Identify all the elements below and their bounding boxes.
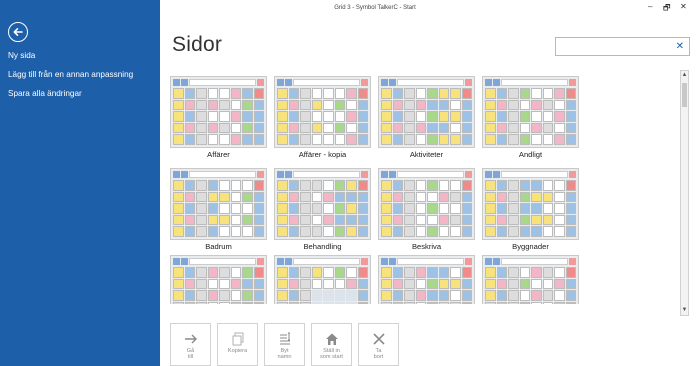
page-tile[interactable]	[378, 255, 475, 304]
page-tile[interactable]	[274, 255, 371, 304]
copy-icon	[232, 332, 243, 346]
pages-grid: Affärer Affärer - kopia Aktiviteter Andligt…	[170, 74, 675, 304]
sidebar: Ny sida Lägg till från en annan anpassni…	[0, 0, 160, 366]
action-bar: Gå till Kopiera Byt namn Ställ in som start…	[170, 323, 399, 366]
set-start-label-2: som start	[319, 354, 343, 361]
page-thumbnail	[274, 76, 371, 148]
page-tile[interactable]: Byggnader	[482, 168, 579, 252]
page-thumbnail	[170, 255, 267, 304]
page-tile-label: Affärer - kopia	[298, 150, 347, 159]
page-tile-label: Badrum	[205, 242, 232, 251]
home-icon	[325, 333, 338, 345]
page-tile[interactable]: Badrum	[170, 168, 267, 252]
page-tile-label: Behandling	[303, 242, 342, 251]
page-thumbnail	[378, 76, 475, 148]
rename-label-2: namn	[277, 354, 292, 361]
page-thumbnail	[482, 255, 579, 304]
goto-button[interactable]: Gå till	[170, 323, 211, 366]
page-thumbnail	[378, 168, 475, 240]
rename-icon	[279, 332, 290, 345]
sidebar-item-save-all[interactable]: Spara alla ändringar	[8, 89, 133, 109]
scroll-down-icon[interactable]: ▼	[681, 306, 688, 315]
page-tile-label: Andligt	[518, 150, 543, 159]
page-tile[interactable]: Beskriva	[378, 168, 475, 252]
sidebar-menu: Ny sida Lägg till från en annan anpassni…	[8, 51, 133, 109]
page-tile-label: Byggnader	[512, 242, 549, 251]
page-tile[interactable]: Affärer - kopia	[274, 76, 371, 160]
page-thumbnail	[482, 168, 579, 240]
page-tile-label: Aktiviteter	[409, 150, 444, 159]
page-tile[interactable]: Andligt	[482, 76, 579, 160]
page-thumbnail	[274, 168, 371, 240]
page-thumbnail	[170, 76, 267, 148]
sidebar-item-add-from-other[interactable]: Lägg till från en annan anpassning	[8, 70, 133, 90]
copy-button[interactable]: Kopiera	[217, 323, 258, 366]
page-tile-label: Beskriva	[411, 242, 442, 251]
restore-button[interactable]: 🗗	[663, 2, 671, 16]
arrow-right-icon	[184, 334, 197, 344]
copy-label-1: Kopiera	[227, 348, 248, 354]
scroll-up-icon[interactable]: ▲	[681, 71, 688, 80]
arrow-left-circle-icon	[13, 28, 23, 36]
window-title: Grid 3 - Symbol TalkerC - Start	[334, 5, 416, 11]
search-input[interactable]: ✕	[555, 37, 690, 56]
page-thumbnail	[170, 168, 267, 240]
delete-x-icon	[372, 333, 385, 345]
close-button[interactable]: ✕	[680, 2, 687, 11]
minimize-button[interactable]: –	[648, 2, 652, 11]
page-tile[interactable]	[170, 255, 267, 304]
scrollbar-thumb[interactable]	[682, 83, 687, 107]
page-tile[interactable]: Behandling	[274, 168, 371, 252]
goto-label-2: till	[187, 354, 194, 361]
page-tile[interactable]: Affärer	[170, 76, 267, 160]
rename-button[interactable]: Byt namn	[264, 323, 305, 366]
set-as-start-button[interactable]: Ställ in som start	[311, 323, 352, 366]
page-thumbnail	[274, 255, 371, 304]
page-title: Sidor	[172, 33, 223, 56]
back-button[interactable]	[8, 22, 28, 42]
page-tile[interactable]: Aktiviteter	[378, 76, 475, 160]
page-tile-label: Affärer	[207, 150, 230, 159]
page-thumbnail	[482, 76, 579, 148]
delete-label-2: bort	[373, 354, 384, 361]
delete-button[interactable]: Ta bort	[358, 323, 399, 366]
scrollbar[interactable]: ▲ ▼	[680, 70, 689, 316]
page-thumbnail	[378, 255, 475, 304]
clear-search-icon[interactable]: ✕	[676, 41, 684, 52]
page-tile[interactable]	[482, 255, 579, 304]
sidebar-item-new-page[interactable]: Ny sida	[8, 51, 133, 71]
